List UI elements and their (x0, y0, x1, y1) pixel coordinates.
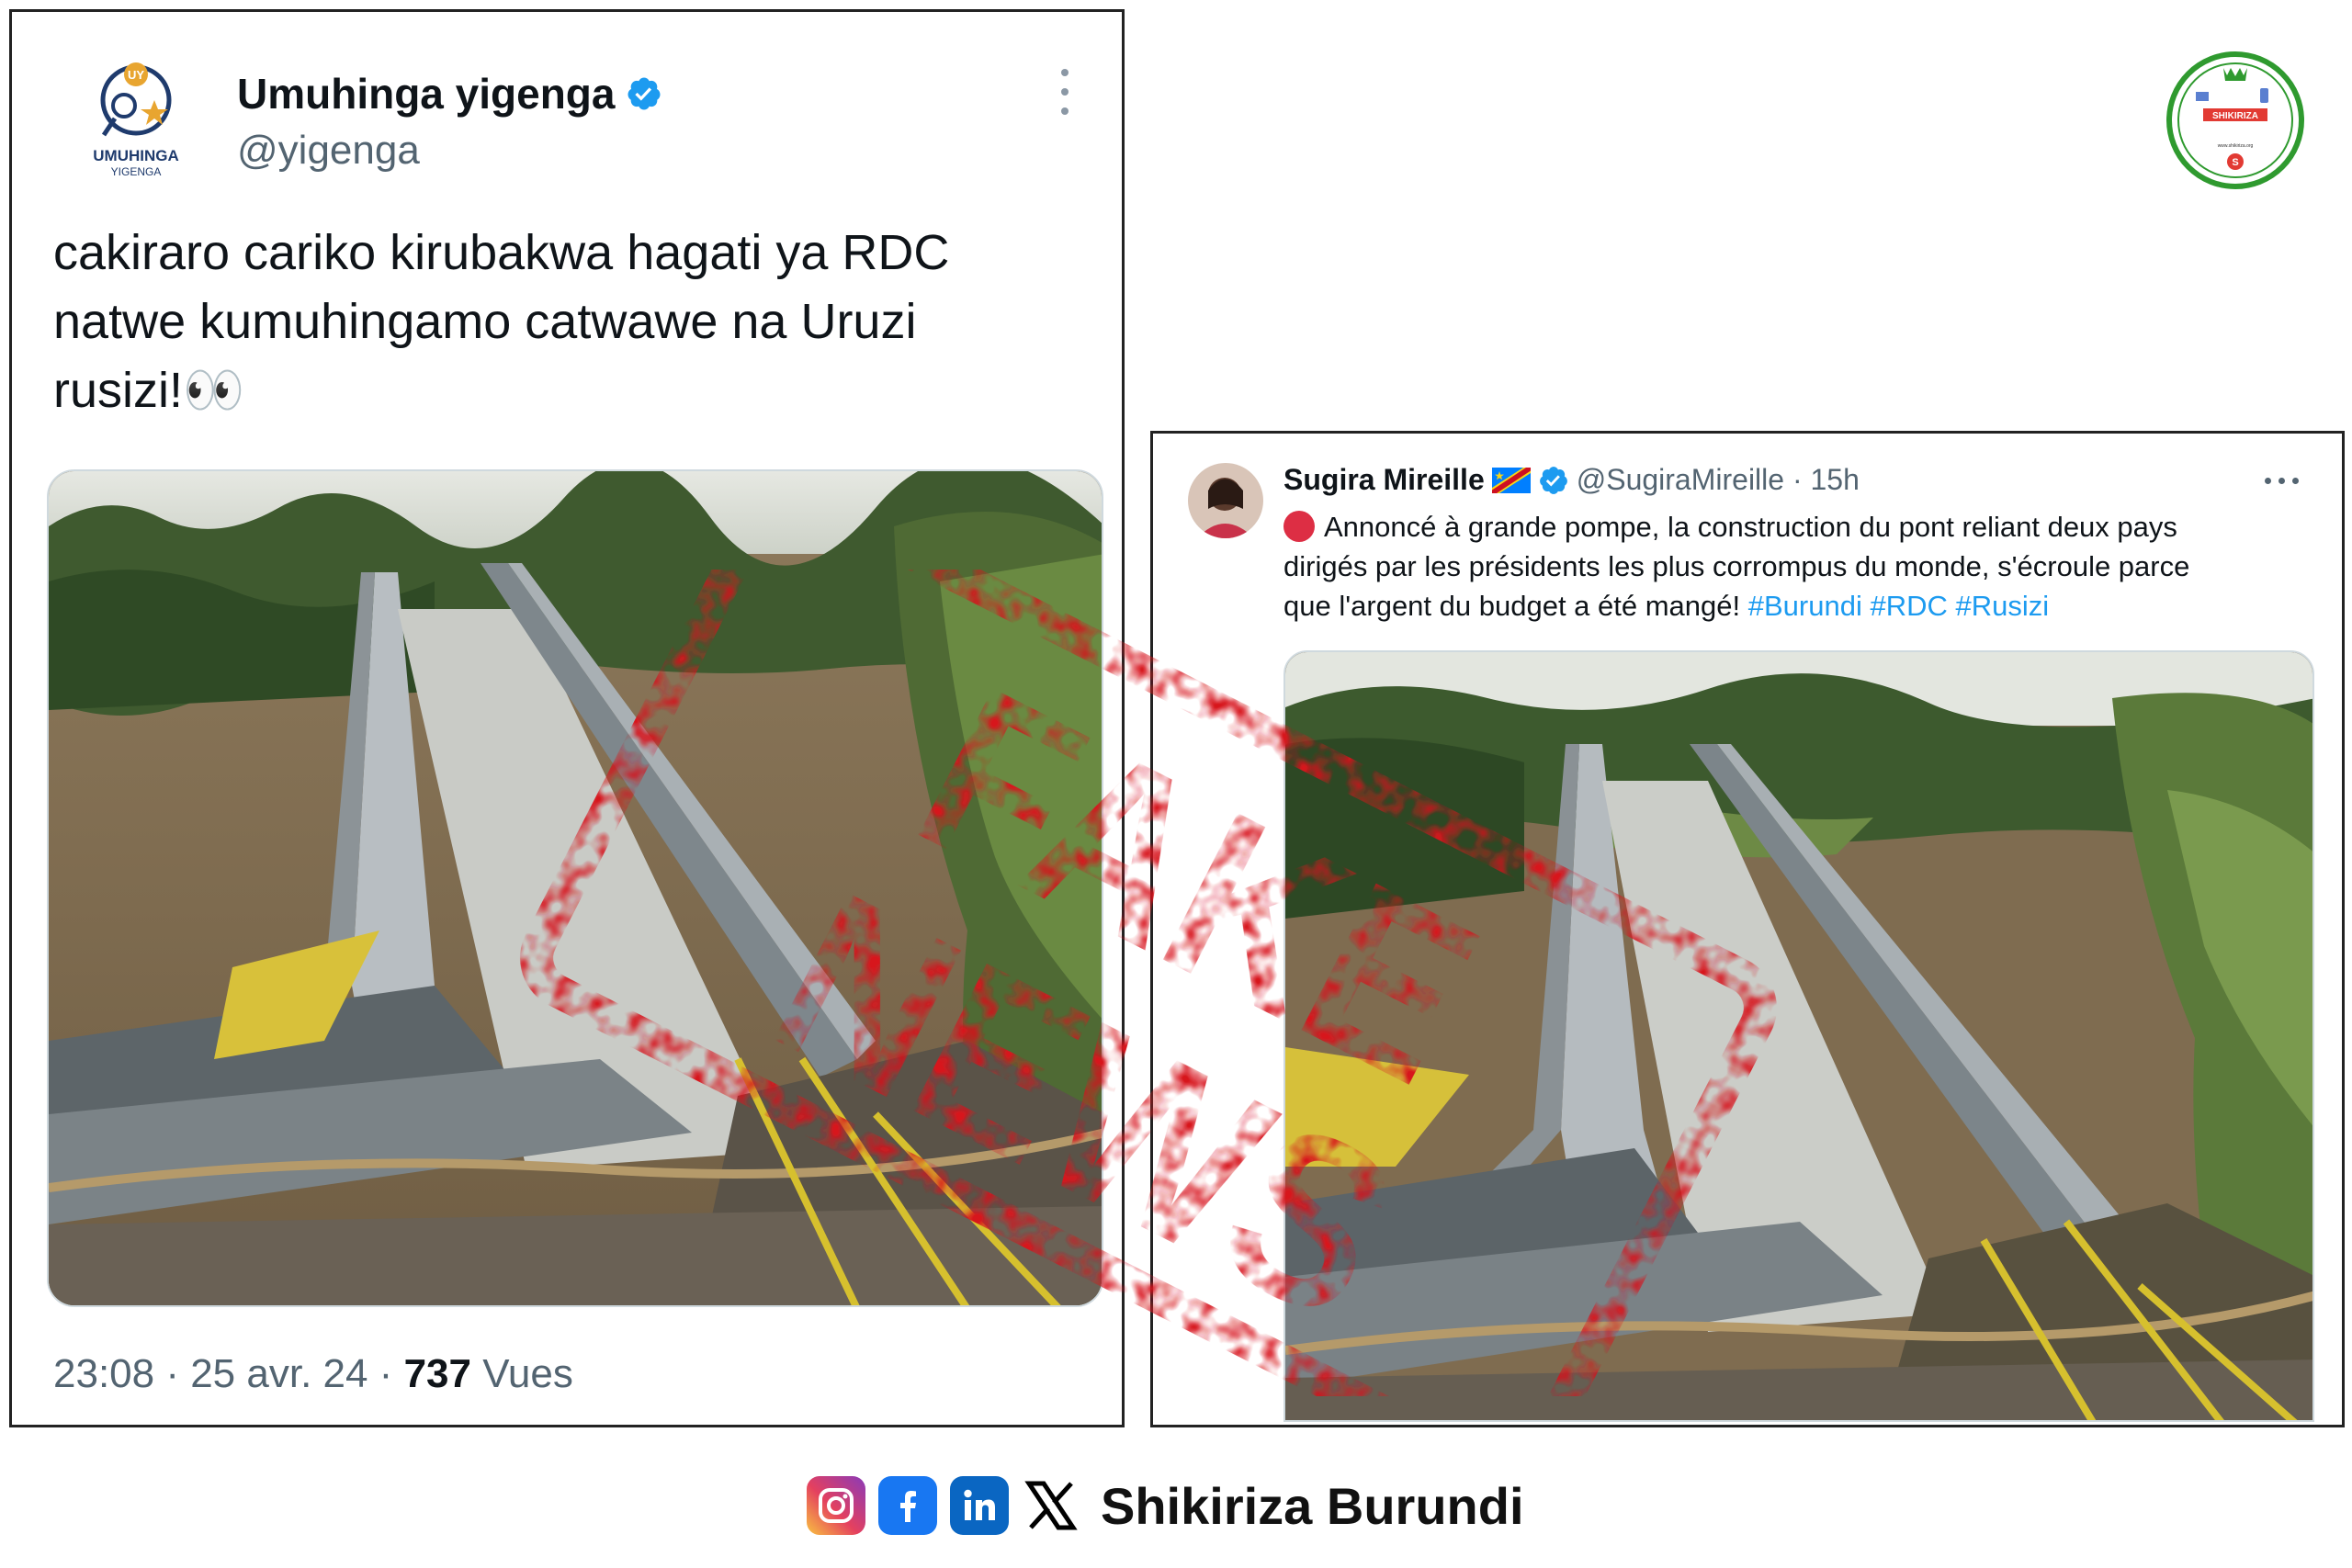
tweet-card-umuhinga: UY UMUHINGA YIGENGA Umuhinga yigenga @yi… (9, 9, 1125, 1427)
tweet-card-sugira: Sugira Mireille @SugiraMireille · 15h An… (1150, 431, 2345, 1427)
footer-brand-name: Shikiriza Burundi (1101, 1476, 1524, 1535)
red-circle-emoji-icon (1283, 511, 1315, 542)
flag-drc-icon (1491, 467, 1531, 493)
author-name[interactable]: Umuhinga yigenga (237, 69, 615, 118)
tweet-text-line: natwe kumuhingamo catwawe na Uruzi (53, 294, 917, 349)
svg-text:S: S (2232, 157, 2238, 168)
x-icon[interactable] (1022, 1476, 1080, 1535)
tweet-meta: 23:08 · 25 avr. 24 · 737 Vues (53, 1351, 573, 1397)
author-name[interactable]: Sugira Mireille (1283, 463, 1485, 497)
linkedin-icon[interactable] (950, 1476, 1009, 1535)
tweet-photo-collapsed-bridge[interactable] (1283, 650, 2314, 1422)
tweet-text-line: Annoncé à grande pompe, la construction … (1324, 511, 2177, 543)
more-options-icon[interactable] (1059, 69, 1070, 115)
facebook-icon[interactable] (878, 1476, 937, 1535)
tweet-text: cakiraro cariko kirubakwa hagati ya RDC … (53, 219, 1110, 425)
tweet-text-line: que l'argent du budget a été mangé! (1283, 590, 1748, 622)
tweet-text-line: rusizi!👀 (53, 363, 245, 418)
tweet-text-line: dirigés par les présidents les plus corr… (1283, 550, 2190, 582)
tweet-photo-collapsed-bridge[interactable] (47, 469, 1103, 1307)
svg-text:YIGENGA: YIGENGA (111, 165, 162, 178)
views-count: 737 (403, 1351, 471, 1396)
hashtags-link[interactable]: #Burundi #RDC #Rusizi (1748, 590, 2049, 622)
svg-text:UY: UY (128, 68, 144, 82)
avatar-umuhinga[interactable]: UY UMUHINGA YIGENGA (67, 54, 205, 192)
tweet-text: Annoncé à grande pompe, la construction … (1283, 507, 2312, 626)
svg-text:SHIKIRIZA: SHIKIRIZA (2212, 111, 2258, 121)
author-row: Sugira Mireille @SugiraMireille · 15h (1283, 463, 1860, 497)
svg-text:www.shikiriza.org: www.shikiriza.org (2218, 143, 2254, 149)
shikiriza-logo: SHIKIRIZA www.shikiriza.org S (2166, 51, 2304, 189)
more-options-icon[interactable] (2265, 478, 2299, 484)
verified-badge-icon (1539, 466, 1567, 494)
author-handle[interactable]: @yigenga (237, 128, 420, 174)
instagram-icon[interactable] (807, 1476, 865, 1535)
views-label: Vues (470, 1351, 573, 1396)
avatar-sugira[interactable] (1188, 463, 1263, 538)
verified-badge-icon (628, 77, 661, 110)
tweet-text-line: cakiraro cariko kirubakwa hagati ya RDC (53, 225, 950, 280)
tweet-timestamp[interactable]: 23:08 · 25 avr. 24 · (53, 1351, 404, 1396)
author-row: Umuhinga yigenga (237, 69, 662, 118)
svg-text:UMUHINGA: UMUHINGA (93, 147, 179, 164)
footer-social-bar: Shikiriza Burundi (807, 1473, 1524, 1538)
author-handle[interactable]: @SugiraMireille · 15h (1577, 463, 1860, 497)
